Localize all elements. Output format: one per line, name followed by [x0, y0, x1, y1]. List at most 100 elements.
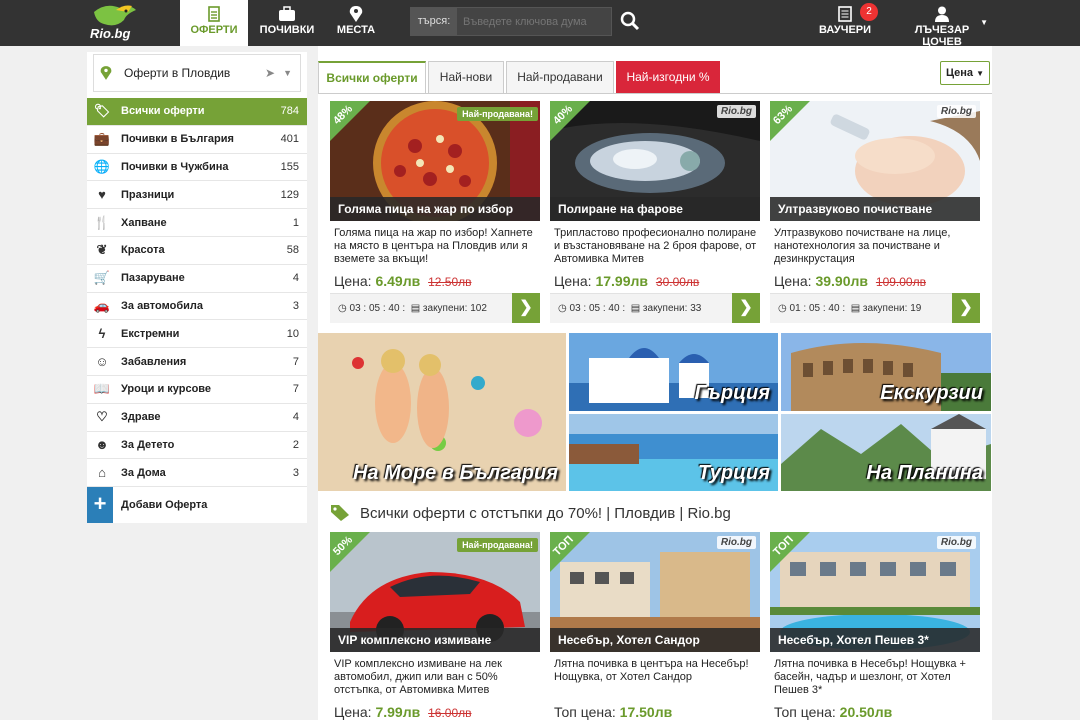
- offer-title: Несебър, Хотел Пешев 3*: [770, 628, 980, 652]
- document-icon: ▤: [630, 303, 641, 314]
- nav-holidays[interactable]: ПОЧИВКИ: [256, 0, 318, 46]
- sidebar-item-count: 7: [292, 355, 299, 368]
- user-icon: [935, 6, 949, 22]
- sidebar-item-category[interactable]: 🛒 Пазаруване 4: [87, 264, 307, 293]
- promo-turkey[interactable]: Турция: [569, 414, 778, 491]
- sidebar-item-category[interactable]: ☻ За Детето 2: [87, 431, 307, 460]
- nav-offers-label: ОФЕРТИ: [190, 24, 238, 36]
- countdown-timer: 01 : 05 : 40 :: [789, 303, 846, 314]
- go-to-offer-button[interactable]: ❯: [952, 293, 980, 323]
- voucher-icon: [838, 6, 852, 22]
- nav-places-label: МЕСТА: [336, 24, 376, 36]
- offer-card[interactable]: ТОП Rio.bg Несебър, Хотел Пешев 3* Лятна…: [770, 532, 980, 720]
- user-menu[interactable]: ЛЪЧЕЗАР ЦОЧЕВ ▼: [894, 0, 990, 48]
- bought-count: закупени: 33: [642, 303, 702, 314]
- price-value: 7.99лв: [375, 704, 421, 720]
- go-to-offer-button[interactable]: ❯: [512, 293, 540, 323]
- chevron-right-icon: ❯: [519, 299, 533, 316]
- chevron-down-icon: ▼: [283, 68, 292, 78]
- offer-card[interactable]: ТОП Rio.bg Несебър, Хотел Сандор Лятна п…: [550, 532, 760, 720]
- sidebar-item-label: Красота: [121, 244, 165, 257]
- nav-offers[interactable]: ОФЕРТИ: [180, 0, 248, 46]
- book-icon: 📖: [93, 381, 111, 397]
- top-navbar: Rio.bg ОФЕРТИ ПОЧИВКИ МЕСТА търся: ВАУЧЕ…: [0, 0, 1080, 48]
- document-icon: [208, 6, 220, 22]
- promo-greece[interactable]: Гърция: [569, 333, 778, 411]
- sidebar-item-category[interactable]: ❦ Красота 58: [87, 236, 307, 265]
- sort-dropdown[interactable]: Цена ▼: [940, 61, 990, 85]
- clock-icon: ◷: [778, 303, 787, 314]
- offer-card[interactable]: 63% Rio.bg Ултразвуково почистване Ултра…: [770, 101, 980, 324]
- sidebar-item-category[interactable]: ⌂ За Дома 3: [87, 459, 307, 488]
- tab-best-deals[interactable]: Най-изгодни %: [616, 61, 720, 93]
- chevron-down-icon: ▼: [976, 69, 985, 78]
- vouchers-label: ВАУЧЕРИ: [818, 24, 872, 36]
- category-list: 🏷 Всички оферти 784 💼 Почивки в България 401 🌐…: [87, 98, 307, 488]
- sidebar-item-count: 10: [286, 327, 299, 340]
- countdown-timer: 03 : 05 : 40 :: [349, 303, 406, 314]
- nav-places[interactable]: МЕСТА: [326, 0, 386, 46]
- suitcase-icon: [279, 6, 295, 21]
- offer-title: Ултразвуково почистване: [770, 197, 980, 221]
- price-value: 17.99лв: [595, 273, 648, 289]
- watermark-logo: Rio.bg: [716, 105, 756, 118]
- add-offer-button[interactable]: + Добави Оферта: [87, 487, 307, 524]
- search-input[interactable]: [457, 8, 611, 35]
- chevron-right-icon: ❯: [959, 299, 973, 316]
- sidebar-item-category[interactable]: ϟ Екстремни 10: [87, 320, 307, 349]
- offer-card[interactable]: 48% Най-продавана! Голяма пица на жар по…: [330, 101, 540, 324]
- promo-excursions[interactable]: Екскурзии: [781, 333, 991, 411]
- sidebar-item-label: Всички оферти: [121, 105, 205, 118]
- bestseller-badge: Най-продавана!: [457, 107, 538, 121]
- search-icon: [620, 11, 640, 31]
- sidebar-item-category[interactable]: 🏷 Всички оферти 784: [87, 98, 307, 126]
- offer-description: VIP комплексно измиване на лек автомобил…: [334, 658, 502, 696]
- bought-count: закупени: 102: [422, 303, 487, 314]
- go-to-offer-button[interactable]: ❯: [732, 293, 760, 323]
- search-button[interactable]: [620, 11, 640, 31]
- sidebar-item-label: За Дома: [121, 466, 166, 479]
- tags-icon: [331, 505, 349, 521]
- sidebar-item-label: Празници: [121, 188, 175, 201]
- sidebar-item-category[interactable]: 📖 Уроци и курсове 7: [87, 375, 307, 404]
- offer-meta: ◷ 01 : 05 : 40 : ▤ закупени: 19: [770, 293, 980, 323]
- sidebar-item-category[interactable]: 💼 Почивки в България 401: [87, 125, 307, 154]
- sidebar-item-category[interactable]: 🚗 За автомобила 3: [87, 292, 307, 321]
- offer-card[interactable]: 50% Най-продавана! VIP комплексно измива…: [330, 532, 540, 720]
- sidebar-item-label: Екстремни: [121, 327, 180, 340]
- vouchers-count-badge: 2: [860, 3, 878, 21]
- watermark-logo: Rio.bg: [716, 536, 756, 549]
- nav-holidays-label: ПОЧИВКИ: [259, 24, 315, 36]
- promo-label: На Море в България: [352, 462, 558, 484]
- sidebar-item-count: 784: [280, 105, 299, 118]
- sidebar-item-category[interactable]: 🌐 Почивки в Чужбина 155: [87, 153, 307, 182]
- promo-mountain[interactable]: На Планина: [781, 414, 991, 491]
- sort-label: Цена: [945, 67, 974, 79]
- search-label: търся:: [411, 8, 457, 35]
- plus-icon: +: [87, 487, 113, 524]
- sidebar-item-label: Пазаруване: [121, 272, 185, 285]
- offer-title: Несебър, Хотел Сандор: [550, 628, 760, 652]
- location-arrow-icon[interactable]: ➤: [265, 66, 275, 80]
- chevron-down-icon: ▼: [980, 18, 988, 27]
- globe-icon: 🌐: [93, 158, 111, 174]
- offer-card[interactable]: 40% Rio.bg Полиране на фарове Трипластов…: [550, 101, 760, 324]
- countdown-timer: 03 : 05 : 40 :: [569, 303, 626, 314]
- tab-newest[interactable]: Най-нови: [428, 61, 504, 93]
- map-marker-icon: [100, 66, 112, 80]
- offer-price: Цена: 39.90лв 109.00лв: [774, 273, 926, 289]
- sidebar-item-count: 155: [280, 160, 299, 173]
- bolt-icon: ϟ: [98, 326, 106, 342]
- sidebar-item-category[interactable]: ☺ Забавления 7: [87, 348, 307, 376]
- rio-logo[interactable]: Rio.bg: [86, 0, 142, 44]
- promo-sea-bulgaria[interactable]: На Море в България: [318, 333, 566, 491]
- offer-description: Ултразвуково почистване на лице, нанотех…: [774, 227, 951, 265]
- tab-all-offers[interactable]: Всички оферти: [318, 61, 426, 93]
- city-selector[interactable]: Оферти в Пловдив ➤ ▼: [93, 54, 301, 92]
- price-label: Цена:: [334, 273, 372, 289]
- sidebar-item-category[interactable]: ♡ Здраве 4: [87, 403, 307, 432]
- sidebar-item-category[interactable]: 🍴 Хапване 1: [87, 209, 307, 237]
- tag-icon: 🏷: [93, 103, 111, 119]
- tab-bestselling[interactable]: Най-продавани: [506, 61, 614, 93]
- sidebar-item-category[interactable]: ♥ Празници 129: [87, 181, 307, 210]
